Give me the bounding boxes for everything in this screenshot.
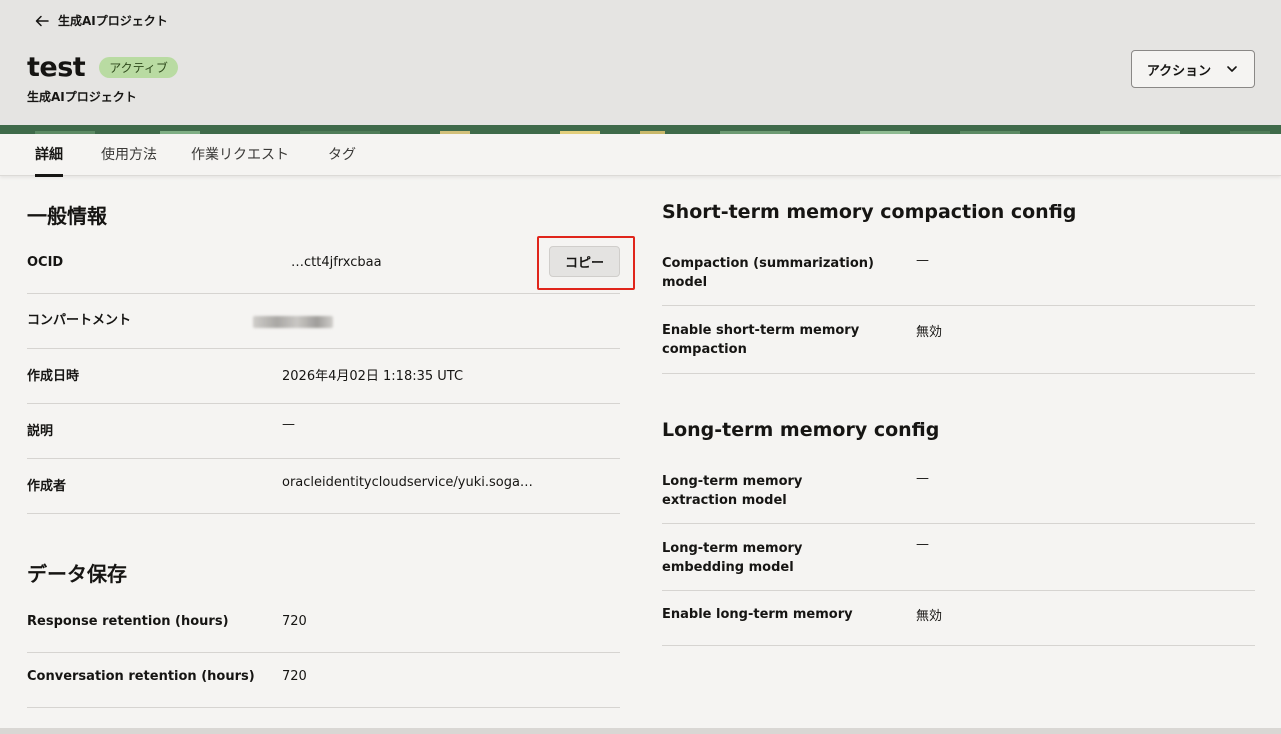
created-value: 2026年4月02日 1:18:35 UTC	[282, 369, 464, 384]
tab-tags[interactable]: タグ	[328, 144, 356, 174]
embedding-model-value: —	[916, 537, 929, 552]
extraction-model-row: Long-term memory extraction model —	[662, 458, 1255, 524]
compaction-model-label: Compaction (summarization) model	[662, 256, 874, 290]
response-retention-value: 720	[282, 614, 307, 629]
extraction-model-label: Long-term memory extraction model	[662, 474, 803, 508]
long-term-enable-label: Enable long-term memory	[662, 607, 853, 622]
chevron-down-icon	[1227, 66, 1237, 72]
embedding-model-row: Long-term memory embedding model —	[662, 524, 1255, 591]
creator-value: oracleidentitycloudservice/yuki.soga…	[282, 475, 533, 490]
extraction-model-value: —	[916, 471, 929, 486]
page-subtitle: 生成AIプロジェクト	[27, 90, 137, 104]
data-retention-heading: データ保存	[27, 562, 127, 586]
short-term-enable-label: Enable short-term memory compaction	[662, 323, 860, 357]
short-term-enable-value: 無効	[916, 325, 943, 340]
response-retention-label: Response retention (hours)	[27, 614, 229, 629]
conversation-retention-label: Conversation retention (hours)	[27, 669, 255, 684]
description-value: —	[282, 417, 295, 432]
creator-row: 作成者 oracleidentitycloudservice/yuki.soga…	[27, 459, 620, 514]
description-row: 説明 —	[27, 404, 620, 459]
long-term-enable-value: 無効	[916, 609, 943, 624]
long-term-heading: Long-term memory config	[662, 419, 940, 441]
tab-bar: 詳細 使用方法 作業リクエスト タグ	[0, 134, 1281, 177]
short-term-heading: Short-term memory compaction config	[662, 201, 1077, 223]
page-header: 生成AIプロジェクト test アクティブ 生成AIプロジェクト アクション	[0, 0, 1281, 125]
compartment-label: コンパートメント	[27, 313, 132, 328]
short-term-enable-row: Enable short-term memory compaction 無効	[662, 306, 1255, 374]
long-term-enable-row: Enable long-term memory 無効	[662, 591, 1255, 646]
ocid-row: OCID …ctt4jfrxcbaa	[27, 236, 620, 294]
actions-button[interactable]: アクション	[1131, 50, 1255, 88]
created-label: 作成日時	[27, 369, 80, 384]
decorative-banner	[0, 125, 1281, 134]
creator-label: 作成者	[27, 479, 67, 494]
created-row: 作成日時 2026年4月02日 1:18:35 UTC	[27, 349, 620, 404]
back-link-label: 生成AIプロジェクト	[58, 14, 168, 28]
bottom-decorative-strip	[0, 728, 1281, 734]
tab-work-requests[interactable]: 作業リクエスト	[191, 144, 289, 174]
tab-details[interactable]: 詳細	[35, 144, 63, 177]
conversation-retention-row: Conversation retention (hours) 720	[27, 653, 620, 708]
compaction-model-row: Compaction (summarization) model —	[662, 240, 1255, 306]
ocid-label: OCID	[27, 255, 64, 270]
general-info-heading: 一般情報	[27, 204, 107, 228]
response-retention-row: Response retention (hours) 720	[27, 598, 620, 653]
compaction-model-value: —	[916, 253, 929, 268]
back-link[interactable]: 生成AIプロジェクト	[34, 12, 168, 29]
tab-usage[interactable]: 使用方法	[101, 144, 157, 174]
actions-button-label: アクション	[1146, 63, 1212, 79]
page-title: test	[27, 52, 86, 83]
description-label: 説明	[27, 424, 54, 439]
ocid-value: …ctt4jfrxcbaa	[291, 255, 382, 270]
conversation-retention-value: 720	[282, 669, 307, 684]
arrow-left-icon	[35, 15, 49, 26]
redacted-compartment-value	[253, 316, 333, 328]
status-badge: アクティブ	[99, 57, 178, 78]
copy-ocid-button[interactable]: コピー	[549, 246, 620, 277]
embedding-model-label: Long-term memory embedding model	[662, 541, 803, 575]
